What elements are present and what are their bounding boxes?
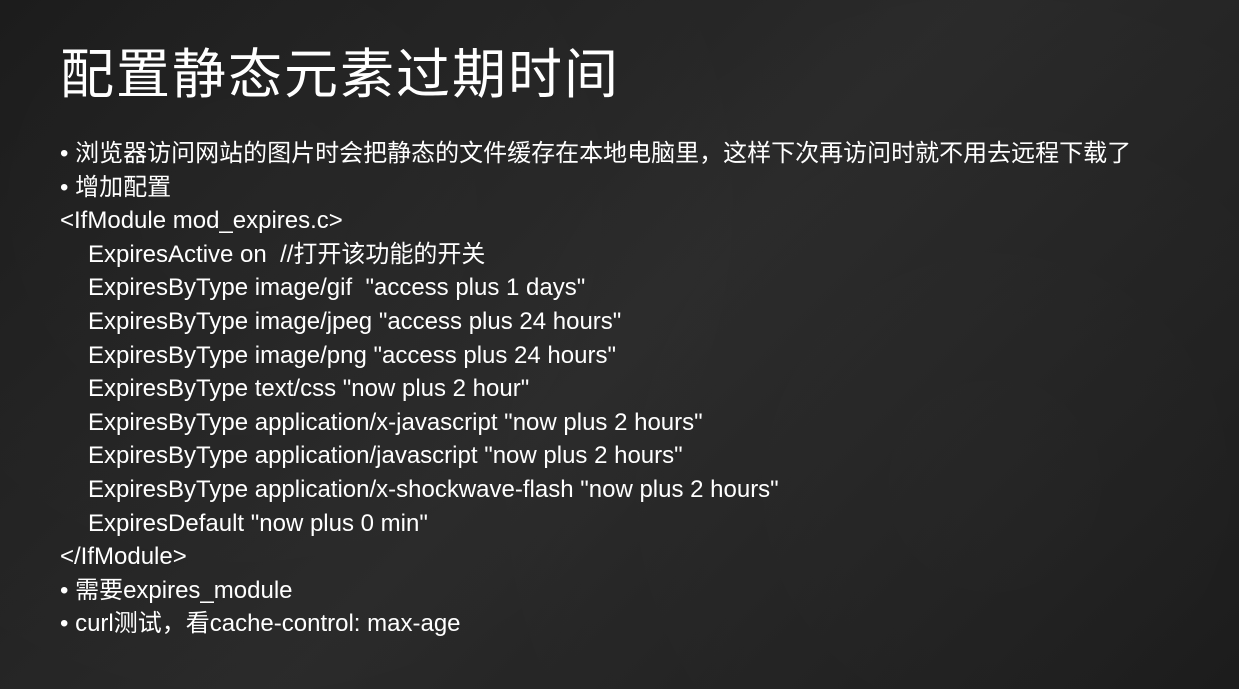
bullet-item: • 增加配置 xyxy=(60,171,1179,205)
code-line: ExpiresByType image/jpeg "access plus 24… xyxy=(60,305,1179,339)
bullet-item: • curl测试，看cache-control: max-age xyxy=(60,607,1179,641)
code-line: ExpiresByType text/css "now plus 2 hour" xyxy=(60,372,1179,406)
code-line: ExpiresByType application/javascript "no… xyxy=(60,439,1179,473)
slide-title: 配置静态元素过期时间 xyxy=(60,30,1179,109)
code-line: ExpiresActive on //打开该功能的开关 xyxy=(60,238,1179,272)
code-line: <IfModule mod_expires.c> xyxy=(60,204,1179,238)
bullet-item: • 需要expires_module xyxy=(60,574,1179,608)
code-line: ExpiresByType image/gif "access plus 1 d… xyxy=(60,271,1179,305)
code-line: ExpiresByType application/x-shockwave-fl… xyxy=(60,473,1179,507)
code-line: </IfModule> xyxy=(60,540,1179,574)
slide-content: • 浏览器访问网站的图片时会把静态的文件缓存在本地电脑里，这样下次再访问时就不用… xyxy=(60,137,1179,641)
code-line: ExpiresByType image/png "access plus 24 … xyxy=(60,339,1179,373)
bullet-item: • 浏览器访问网站的图片时会把静态的文件缓存在本地电脑里，这样下次再访问时就不用… xyxy=(60,137,1179,171)
code-line: ExpiresDefault "now plus 0 min" xyxy=(60,507,1179,541)
code-line: ExpiresByType application/x-javascript "… xyxy=(60,406,1179,440)
